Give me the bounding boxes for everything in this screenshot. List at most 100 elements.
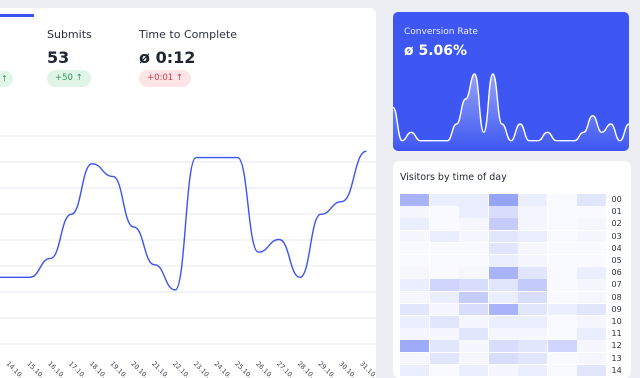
heatmap-cell — [459, 340, 488, 353]
heatmap-cell — [400, 230, 429, 243]
heatmap-cell — [488, 328, 518, 340]
heatmap-cell — [459, 255, 488, 267]
heatmap-cell — [400, 340, 429, 353]
heatmap-cell — [400, 243, 429, 255]
heatmap-cell — [400, 291, 429, 304]
x-tick-label: 14.10. — [5, 360, 25, 378]
heatmap-cell — [548, 243, 577, 255]
heatmap-cell — [459, 230, 488, 243]
heatmap-cell — [400, 303, 429, 316]
heatmap-cell — [577, 230, 606, 243]
heatmap-cell — [430, 267, 459, 279]
heatmap-cell — [548, 267, 577, 279]
heatmap-cell — [429, 328, 459, 340]
heatmap-cell — [577, 279, 606, 292]
heatmap-cell — [518, 303, 547, 316]
heatmap-cell — [430, 206, 459, 218]
heatmap-cell — [548, 279, 577, 291]
heatmap-cell — [459, 352, 488, 365]
sparkline-area — [393, 74, 629, 151]
heatmap-cell — [488, 206, 518, 218]
heatmap-cell — [488, 303, 518, 316]
heatmap-cell — [459, 218, 488, 231]
heatmap-cell — [488, 279, 518, 292]
heatmap-cell — [548, 292, 577, 304]
heatmap-hour-label: 02 — [611, 219, 622, 229]
heatmap-cell — [577, 352, 606, 365]
heatmap-cell — [429, 352, 459, 365]
heatmap-cell — [577, 206, 606, 218]
heatmap-cell — [459, 364, 488, 377]
heatmap-cell — [518, 206, 547, 218]
conversion-rate-card[interactable]: Conversion Rate ø 5.06% — [393, 12, 629, 151]
heatmap-cell — [459, 316, 488, 328]
x-tick-label: 21.10. — [150, 360, 170, 378]
heatmap-cell — [548, 365, 577, 377]
heatmap-cell — [518, 255, 547, 267]
heatmap-hour-label: 10 — [611, 317, 622, 326]
heatmap-cell — [430, 365, 459, 377]
heatmap-cell — [518, 316, 547, 328]
heatmap-cell — [577, 194, 606, 206]
heatmap-cell — [488, 242, 518, 255]
x-tick-label: 18.10. — [88, 360, 108, 378]
heatmap-cell — [547, 303, 577, 316]
heatmap-cell — [459, 267, 488, 279]
heatmap-cell — [429, 340, 459, 353]
heatmap-hour-label: 05 — [611, 256, 622, 265]
heatmap-cell — [577, 267, 606, 279]
visitors-time-of-day-card: Visitors by time of day 00 01 02 03 04 05 06 07… — [393, 161, 631, 378]
heatmap-cell — [429, 316, 459, 328]
heatmap-cell — [548, 194, 577, 206]
heatmap-cell — [459, 243, 488, 255]
heatmap-cell — [548, 218, 577, 230]
heatmap-cell — [518, 194, 547, 206]
heatmap-cell — [400, 194, 429, 206]
heatmap-hour-label: 00 — [611, 195, 622, 204]
x-tick-label: 25.10. — [233, 360, 253, 378]
heatmap-cell — [548, 353, 577, 365]
x-tick-label: 26.10. — [254, 360, 274, 378]
heatmap-cell — [400, 267, 429, 279]
heatmap-cell — [430, 243, 459, 255]
heatmap-cell — [488, 316, 518, 328]
heatmap-cell — [429, 194, 459, 206]
heatmap-cell — [430, 218, 459, 230]
heatmap-cell — [488, 340, 518, 353]
heatmap-cell — [518, 328, 547, 340]
heatmap-cell — [488, 255, 518, 267]
heatmap-cell — [488, 291, 518, 304]
heatmap-cell — [518, 218, 547, 231]
conversion-sparkline — [393, 73, 629, 151]
x-tick-label: 20.10. — [129, 360, 149, 378]
heatmap-cell — [429, 279, 459, 292]
heatmap-cell — [488, 230, 518, 243]
x-tick-label: 28.10. — [296, 360, 316, 378]
heatmap-cell — [577, 340, 606, 353]
heatmap-hour-label: 01 — [611, 207, 622, 217]
heatmap-hour-label: 07 — [611, 280, 622, 290]
heatmap-cell — [548, 231, 577, 243]
heatmap-cell — [400, 206, 429, 218]
heatmap-cell — [488, 194, 518, 206]
heatmap-cell — [577, 328, 606, 340]
heatmap-cell — [577, 364, 606, 377]
heatmap-cell — [548, 316, 577, 328]
heatmap-cell — [429, 303, 459, 316]
heatmap-cell — [459, 194, 488, 206]
heatmap-cell — [459, 279, 488, 292]
heatmap-cell — [518, 242, 547, 255]
heatmap-cell — [518, 352, 547, 365]
heatmap-cell — [400, 352, 429, 365]
heatmap-cell — [459, 303, 488, 316]
x-tick-label: 27.10. — [275, 360, 295, 378]
heatmap-cell — [577, 218, 606, 231]
heatmap-cell — [577, 303, 606, 316]
heatmap-cell — [577, 255, 606, 267]
heatmap-cell — [429, 291, 459, 304]
heatmap-hour-label: 12 — [611, 341, 622, 351]
x-tick-label: 23.10. — [192, 360, 212, 378]
x-tick-label: 17.10. — [67, 360, 87, 378]
visitors-chart-card: ↑ Submits 53 +50 ↑ Time to Complete ø 0:… — [0, 8, 376, 378]
heatmap-cell — [488, 218, 518, 231]
